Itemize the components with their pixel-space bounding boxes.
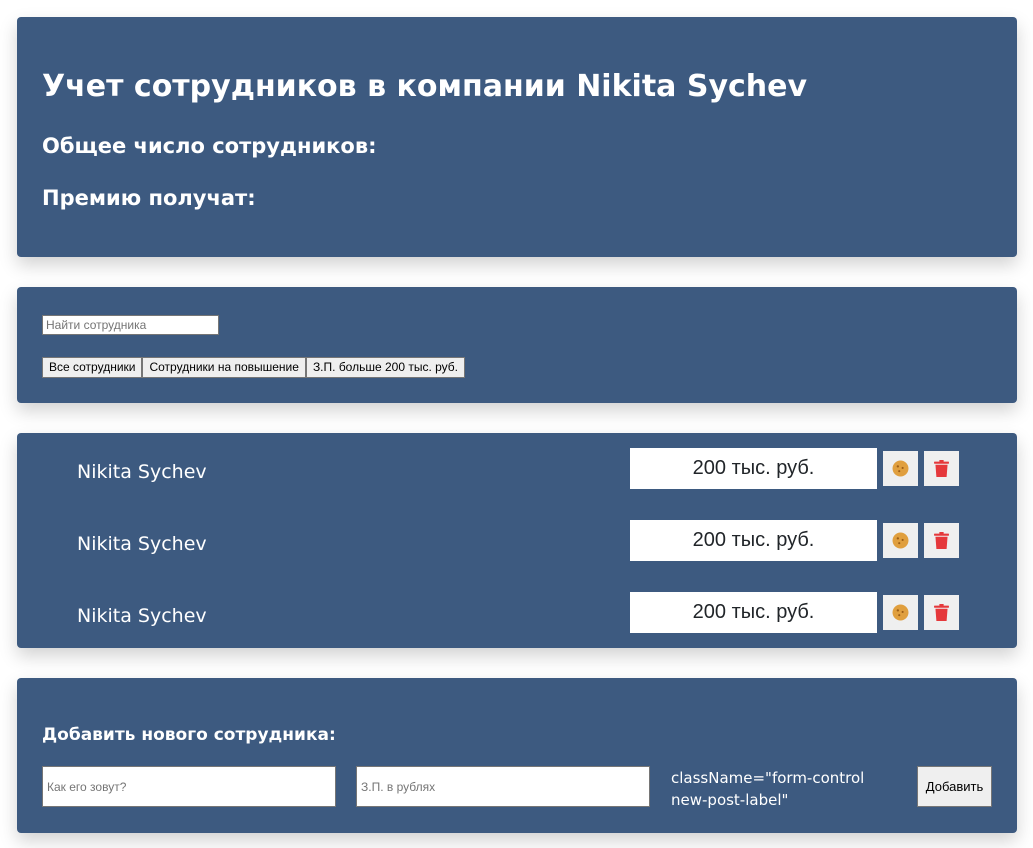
employee-salary-input[interactable]: [630, 592, 877, 633]
bonus-recipients-label: Премию получат:: [42, 186, 256, 210]
employee-name[interactable]: Nikita Sychev: [77, 458, 207, 486]
promote-button[interactable]: [883, 595, 918, 630]
add-form-title: Добавить нового сотрудника:: [42, 725, 336, 745]
list-item: Nikita Sychev: [17, 592, 1017, 640]
add-employee-form: Добавить нового сотрудника: className="f…: [17, 678, 1017, 833]
employee-name[interactable]: Nikita Sychev: [77, 530, 207, 558]
cookie-icon: [892, 460, 909, 477]
delete-button[interactable]: [924, 523, 959, 558]
search-panel: Все сотрудники Сотрудники на повышение З…: [17, 287, 1017, 403]
add-button[interactable]: Добавить: [917, 766, 992, 807]
search-input[interactable]: [42, 315, 219, 335]
list-item: Nikita Sychev: [17, 448, 1017, 496]
employee-salary-input[interactable]: [630, 520, 877, 561]
cookie-icon: [892, 532, 909, 549]
app-info-panel: Учет сотрудников в компании Nikita Syche…: [17, 17, 1017, 257]
total-employees-label: Общее число сотрудников:: [42, 134, 377, 158]
delete-button[interactable]: [924, 595, 959, 630]
trash-icon: [934, 604, 949, 621]
name-field[interactable]: [42, 766, 336, 807]
employee-name[interactable]: Nikita Sychev: [77, 602, 207, 630]
employee-salary-input[interactable]: [630, 448, 877, 489]
salary-field[interactable]: [356, 766, 650, 807]
stray-classname-text: className="form-control new-post-label": [671, 769, 865, 809]
page-title: Учет сотрудников в компании Nikita Syche…: [42, 69, 808, 104]
cookie-icon: [892, 604, 909, 621]
promote-button[interactable]: [883, 451, 918, 486]
trash-icon: [934, 532, 949, 549]
delete-button[interactable]: [924, 451, 959, 486]
employees-list: Nikita Sychev Nikita Sychev: [17, 433, 1017, 648]
filter-promotion-button[interactable]: Сотрудники на повышение: [142, 357, 306, 378]
trash-icon: [934, 460, 949, 477]
promote-button[interactable]: [883, 523, 918, 558]
filter-all-button[interactable]: Все сотрудники: [42, 357, 143, 378]
list-item: Nikita Sychev: [17, 520, 1017, 568]
filter-salary-over-200-button[interactable]: З.П. больше 200 тыс. руб.: [305, 357, 466, 378]
filter-button-group: Все сотрудники Сотрудники на повышение З…: [42, 357, 466, 378]
